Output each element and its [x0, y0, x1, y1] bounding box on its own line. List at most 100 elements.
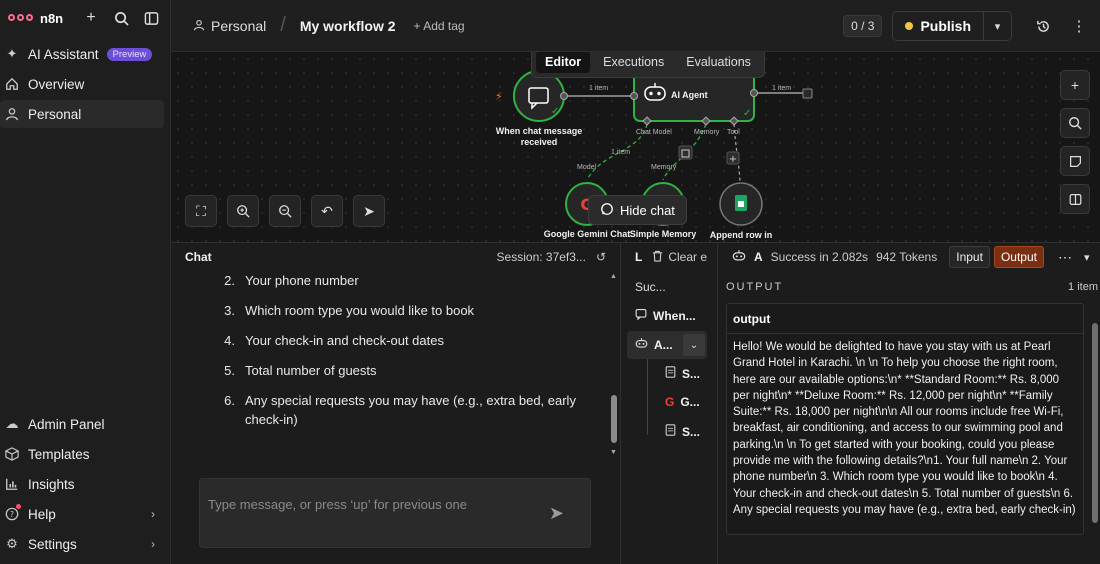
sparkle-icon: ✦	[6, 46, 18, 61]
add-node-icon[interactable]: +	[1060, 70, 1090, 100]
send-icon[interactable]: ➤	[549, 503, 564, 524]
sidebar-item-label: Templates	[28, 446, 90, 462]
sidebar-item-label: Insights	[28, 476, 75, 492]
logs-title: L	[635, 250, 643, 264]
session-id[interactable]: Session: 37ef3...	[497, 250, 586, 264]
svg-text:?: ?	[10, 510, 14, 519]
sidebar-item-help[interactable]: ? Help ›	[0, 500, 165, 528]
list-item: 4. Your check-in and check-out dates	[224, 333, 444, 348]
more-horizontal-icon[interactable]: ⋯	[1058, 249, 1072, 266]
header-actions: 0 / 3 Publish ▾ ⋮	[843, 0, 1100, 52]
collapse-sidebar-icon[interactable]	[140, 7, 162, 29]
home-icon	[4, 76, 20, 92]
canvas-toolbar: ⛶ ↶ ➤	[185, 195, 385, 227]
sidebar-item-settings[interactable]: ⚙ Settings ›	[0, 530, 165, 558]
tab-evaluations[interactable]: Evaluations	[677, 52, 760, 73]
sidebar-item-admin-panel[interactable]: ☁ Admin Panel	[0, 410, 165, 438]
sidebar-item-insights[interactable]: Insights	[0, 470, 165, 498]
cloud-icon: ☁	[5, 416, 19, 431]
sidebar-item-ai-assistant[interactable]: ✦ AI Assistant Preview	[0, 40, 164, 68]
sidebar-top: n8n +	[0, 0, 170, 36]
canvas-right-toolbar: +	[1060, 70, 1090, 214]
n8n-app: n8n + ✦ AI Assistant Preview Overview Pe…	[0, 0, 1100, 564]
add-tag-button[interactable]: + Add tag	[414, 19, 465, 33]
panel-toggle-icon[interactable]	[1060, 184, 1090, 214]
box-icon	[4, 446, 20, 462]
output-field-header: output	[727, 304, 1083, 334]
output-scrollbar[interactable]	[1092, 323, 1098, 523]
version-counter: 0 / 3	[843, 15, 883, 37]
output-header: A Success in 2.082s 942 Tokens Input Out…	[718, 243, 1100, 271]
breadcrumb-project[interactable]: Personal	[211, 18, 266, 34]
execution-status: Success in 2.082s	[770, 250, 869, 264]
list-item: 5. Total number of guests	[224, 363, 377, 378]
log-row-agent[interactable]: A...	[635, 337, 673, 352]
reset-session-icon[interactable]: ↺	[596, 250, 606, 264]
tab-executions[interactable]: Executions	[594, 52, 673, 73]
sidebar-item-label: AI Assistant	[28, 46, 99, 62]
zoom-out-icon[interactable]	[269, 195, 301, 227]
gear-icon: ⚙	[6, 536, 18, 551]
log-row-sheet[interactable]: S...	[665, 366, 700, 381]
log-row-gemini[interactable]: G G...	[665, 395, 700, 409]
more-vertical-icon[interactable]: ⋮	[1064, 11, 1094, 41]
search-icon[interactable]	[110, 7, 132, 29]
search-icon[interactable]	[1060, 108, 1090, 138]
add-output-port	[802, 88, 813, 99]
notification-dot	[16, 504, 21, 509]
zoom-in-icon[interactable]	[227, 195, 259, 227]
chat-title: Chat	[185, 250, 212, 264]
log-row-trigger[interactable]: When...	[635, 308, 696, 323]
status-dot	[905, 22, 914, 30]
brand-name: n8n	[40, 10, 64, 26]
chevron-down-icon[interactable]: ▾	[1084, 251, 1090, 264]
chat-input[interactable]	[208, 497, 538, 512]
node-memory[interactable]: Simple Memory	[627, 229, 699, 240]
history-icon[interactable]	[1028, 11, 1058, 41]
brand-logo[interactable]: n8n	[8, 11, 63, 26]
sheet-icon	[665, 366, 676, 381]
sidebar-item-label: Help	[28, 506, 56, 522]
scroll-thumb[interactable]	[611, 395, 617, 443]
sticky-note-icon[interactable]	[1060, 146, 1090, 176]
output-value[interactable]: Hello! We would be delighted to have you…	[727, 334, 1083, 523]
sidebar-item-personal[interactable]: Personal	[0, 100, 164, 128]
input-toggle-button[interactable]: Input	[949, 246, 990, 268]
scroll-up-icon[interactable]: ▲	[610, 273, 617, 280]
database-icon	[665, 424, 676, 439]
logs-header: L Clear e	[621, 243, 717, 271]
chat-icon	[635, 308, 647, 323]
clear-execution-button[interactable]: Clear e	[652, 250, 707, 265]
log-status-row[interactable]: Suc...	[635, 280, 666, 294]
svg-text:+: +	[729, 154, 737, 165]
item-count: 1 item	[1068, 281, 1098, 293]
scroll-down-icon[interactable]: ▼	[610, 449, 617, 456]
tree-connector	[647, 359, 648, 435]
hide-chat-button[interactable]: Hide chat	[588, 195, 687, 225]
sidebar-item-templates[interactable]: Templates	[0, 440, 165, 468]
chat-header: Chat Session: 37ef3... ↺	[171, 243, 620, 271]
hide-chat-label: Hide chat	[620, 202, 675, 218]
workflow-canvas[interactable]: ✓ ⚡ ✓ + G 1 item 1 item 1 item Chat Mode…	[171, 52, 1100, 242]
undo-icon[interactable]: ↶	[311, 195, 343, 227]
breadcrumb: Personal / My workflow 2 + Add tag	[193, 14, 465, 37]
chat-scrollbar[interactable]: ▲ ▼	[609, 273, 619, 459]
cursor-icon[interactable]: ➤	[353, 195, 385, 227]
log-row-memory[interactable]: S...	[665, 424, 700, 439]
output-toggle-button[interactable]: Output	[993, 246, 1044, 268]
port-label-memory: Memory	[694, 129, 720, 136]
publish-button[interactable]: Publish	[893, 12, 983, 40]
svg-text:⚡: ⚡	[495, 90, 503, 103]
tab-editor[interactable]: Editor	[536, 52, 591, 73]
sidebar-item-overview[interactable]: Overview	[0, 70, 164, 98]
add-icon[interactable]: +	[80, 7, 102, 29]
chevron-down-icon[interactable]: ▾	[983, 12, 1011, 40]
node-gemini[interactable]: Google Gemini Chat	[541, 229, 633, 240]
output-panel: A Success in 2.082s 942 Tokens Input Out…	[718, 242, 1100, 564]
workflow-name[interactable]: My workflow 2	[300, 18, 396, 34]
node-trigger[interactable]: When chat message received	[492, 126, 586, 148]
fit-view-icon[interactable]: ⛶	[185, 195, 217, 227]
node-agent[interactable]: AI Agent	[671, 90, 741, 101]
node-sheet[interactable]: Append row in sheet	[697, 230, 785, 242]
chevron-down-icon[interactable]: ⌄	[683, 334, 705, 356]
